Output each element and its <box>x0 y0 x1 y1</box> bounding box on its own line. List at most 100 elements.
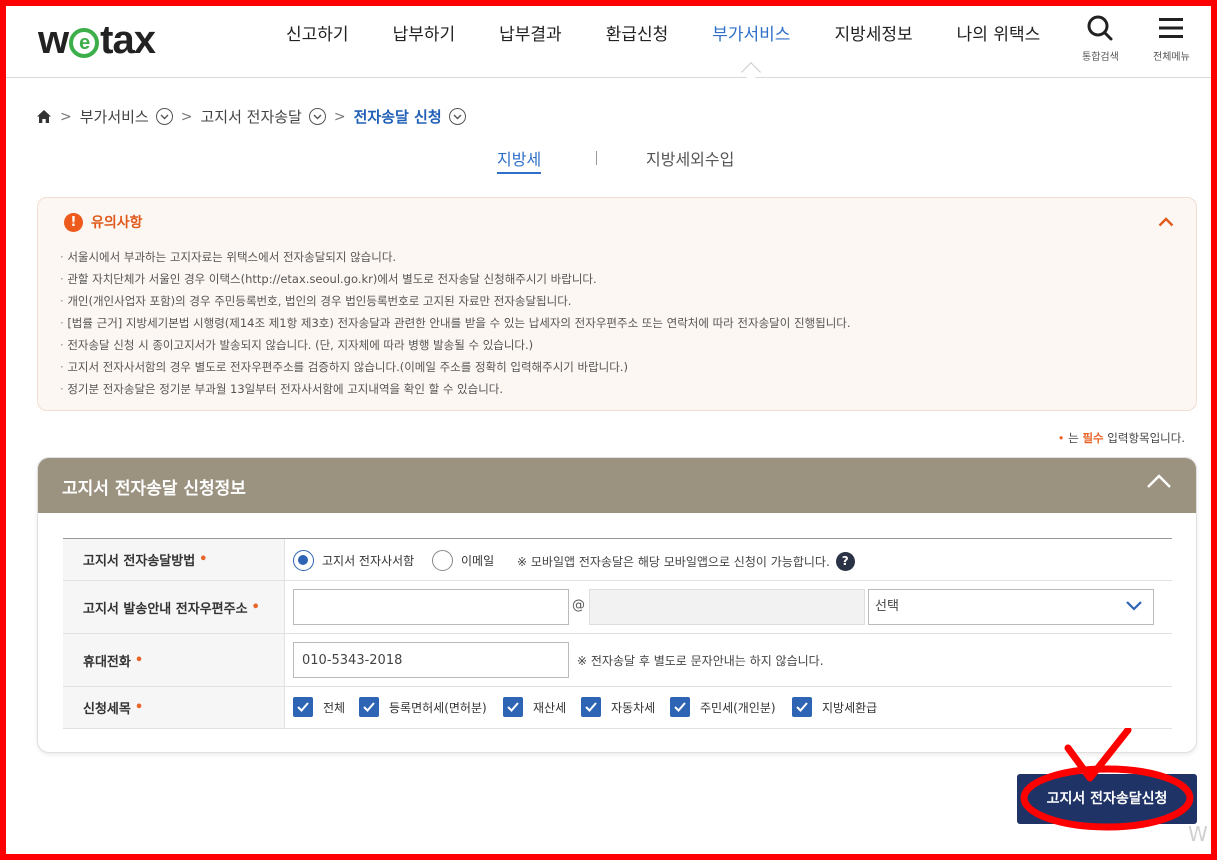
tab-non-tax-revenue[interactable]: 지방세외수입 <box>646 146 734 170</box>
notice-box: ! 유의사항 서울시에서 부과하는 고지자료는 위택스에서 전자송달되지 않습니… <box>37 197 1197 411</box>
nav-item-pay[interactable]: 납부하기 <box>371 6 478 66</box>
nav-item-file[interactable]: 신고하기 <box>264 6 371 66</box>
form-row-tax-items: 신청세목 • 전체 등록면허세(면허분) 재산세 자동차세 주민세(개인분) 지방… <box>63 687 1172 729</box>
required-dot: • <box>251 599 260 615</box>
check-icon <box>792 697 812 717</box>
radio-email[interactable]: 이메일 <box>432 550 494 571</box>
required-note-prefix: 는 <box>1068 431 1079 445</box>
notice-item: 전자송달 신청 시 종이고지서가 발송되지 않습니다. (단, 지자체에 따라 … <box>60 334 851 356</box>
panel-header: 고지서 전자송달 신청정보 <box>38 458 1196 513</box>
mobile-phone-input[interactable] <box>293 642 569 678</box>
email-cell: @ 선택 <box>285 581 1172 633</box>
email-label-text: 고지서 발송안내 전자우편주소 <box>83 601 248 617</box>
form-row-phone: 휴대전화• ※ 전자송달 후 별도로 문자안내는 하지 않습니다. <box>63 634 1172 687</box>
phone-label-text: 휴대전화 <box>83 654 131 670</box>
phone-hint: ※ 전자송달 후 별도로 문자안내는 하지 않습니다. <box>577 654 824 668</box>
required-dot: • <box>1057 431 1065 445</box>
checkbox-all[interactable]: 전체 <box>293 697 345 717</box>
warning-icon: ! <box>64 212 83 232</box>
notice-item: 개인(개인사업자 포함)의 경우 주민등록번호, 법인의 경우 법인등록번호로 … <box>60 290 851 312</box>
required-note-suffix: 입력항목입니다. <box>1107 431 1185 445</box>
chevron-down-circle-icon[interactable] <box>155 108 173 125</box>
nav-item-refund[interactable]: 환급신청 <box>584 6 691 66</box>
checkbox-registration-license-tax[interactable]: 등록면허세(면허분) <box>359 697 487 717</box>
nav-item-extra-services-label: 부가서비스 <box>712 25 791 45</box>
tax-items-label: 신청세목 • <box>63 687 285 728</box>
required-fields-note: • 는 필수 입력항목입니다. <box>1058 430 1185 446</box>
checkbox-vehicle-tax[interactable]: 자동차세 <box>581 697 655 717</box>
nav-item-my-wetax[interactable]: 나의 위택스 <box>935 6 1063 66</box>
email-domain-select[interactable]: 선택 <box>868 589 1154 625</box>
delivery-method-label: 고지서 전자송달방법 • <box>63 539 285 580</box>
form-row-delivery-method: 고지서 전자송달방법 • 고지서 전자사서함 이메일 ※ 모바일앱 전자송달은 해… <box>63 539 1172 581</box>
required-dot: • <box>134 700 144 715</box>
breadcrumb: > 부가서비스 > 고지서 전자송달 > 전자송달 신청 <box>36 106 466 127</box>
nav-item-extra-services[interactable]: 부가서비스 <box>690 6 812 82</box>
checkbox-property-tax[interactable]: 재산세 <box>503 697 566 717</box>
checkbox-resident-tax-label: 주민세(개인분) <box>700 700 776 715</box>
logo-e-circle: e <box>69 27 100 58</box>
radio-email-label: 이메일 <box>461 554 495 568</box>
delivery-method-cell: 고지서 전자사서함 이메일 ※ 모바일앱 전자송달은 해당 모바일앱으로 신청이… <box>285 539 1172 580</box>
checkbox-all-label: 전체 <box>323 700 346 715</box>
panel-collapse-toggle[interactable] <box>1146 473 1172 493</box>
notice-title: ! 유의사항 <box>64 212 143 232</box>
main-nav: 신고하기 납부하기 납부결과 환급신청 부가서비스 지방세정보 나의 위택스 <box>264 6 1063 82</box>
breadcrumb-level1[interactable]: 부가서비스 <box>80 106 149 127</box>
check-icon <box>293 697 313 717</box>
phone-cell: ※ 전자송달 후 별도로 문자안내는 하지 않습니다. <box>285 634 1172 686</box>
checkbox-local-tax-refund-label: 지방세환급 <box>822 700 878 715</box>
mobile-app-hint-text: ※ 모바일앱 전자송달은 해당 모바일앱으로 신청이 가능합니다. <box>517 555 830 569</box>
notice-item: 정기분 전자송달은 정기분 부과월 13일부터 전자사서함에 고지내역을 확인 … <box>60 378 851 400</box>
tab-local-tax[interactable]: 지방세 <box>497 146 542 174</box>
logo-text-w: w <box>38 18 69 62</box>
tab-divider <box>596 151 597 165</box>
chevron-down-circle-icon[interactable] <box>448 108 466 125</box>
email-domain-input[interactable] <box>589 589 865 625</box>
check-icon <box>503 697 523 717</box>
notice-list: 서울시에서 부과하는 고지자료는 위택스에서 전자송달되지 않습니다. 관할 자… <box>60 246 851 400</box>
help-question-icon[interactable]: ? <box>835 552 855 571</box>
breadcrumb-separator-icon: > <box>333 108 346 125</box>
chevron-down-circle-icon[interactable] <box>308 108 326 125</box>
delivery-method-label-text: 고지서 전자송달방법 <box>83 554 196 569</box>
all-menu-label: 전체메뉴 <box>1153 52 1190 63</box>
checkbox-property-tax-label: 재산세 <box>533 700 567 715</box>
watermark: W <box>1188 822 1208 846</box>
phone-label: 휴대전화 • <box>63 634 285 686</box>
tax-type-tabs: 지방세 지방세외수입 <box>0 146 1217 176</box>
email-label: 고지서 발송안내 전자우편주소 • <box>63 581 285 633</box>
notice-item: 관할 자치단체가 서울인 경우 이택스(http://etax.seoul.go… <box>60 268 851 290</box>
tax-items-cell: 전체 등록면허세(면허분) 재산세 자동차세 주민세(개인분) 지방세환급 <box>285 687 1172 728</box>
home-icon[interactable] <box>36 109 52 124</box>
form-table: 고지서 전자송달방법 • 고지서 전자사서함 이메일 ※ 모바일앱 전자송달은 해… <box>63 538 1172 729</box>
mobile-app-hint: ※ 모바일앱 전자송달은 해당 모바일앱으로 신청이 가능합니다.? <box>517 552 855 571</box>
all-menu-tool[interactable]: 전체메뉴 <box>1153 14 1190 63</box>
nav-item-local-tax-info[interactable]: 지방세정보 <box>812 6 934 66</box>
radio-circle <box>432 550 453 571</box>
logo-text-tax: tax <box>100 18 156 62</box>
radio-inbox[interactable]: 고지서 전자사서함 <box>293 550 414 571</box>
breadcrumb-separator-icon: > <box>60 108 72 125</box>
required-note-bold: 필수 <box>1082 431 1104 445</box>
breadcrumb-separator-icon: > <box>180 108 193 125</box>
site-header: w e tax 신고하기 납부하기 납부결과 환급신청 부가서비스 지방세정보 나의… <box>6 6 1211 82</box>
breadcrumb-level2[interactable]: 고지서 전자송달 <box>200 106 301 127</box>
notice-item: [법률 근거] 지방세기본법 시행령(제14조 제1항 제3호) 전자송달과 관… <box>60 312 850 334</box>
wetax-logo[interactable]: w e tax <box>38 18 156 63</box>
submit-e-delivery-button[interactable]: 고지서 전자송달신청 <box>1017 774 1197 824</box>
required-dot: • <box>134 652 144 668</box>
notice-collapse-toggle[interactable] <box>1158 212 1174 231</box>
email-domain-select-value: 선택 <box>875 599 899 614</box>
chevron-up-icon <box>1147 474 1171 488</box>
checkbox-local-tax-refund[interactable]: 지방세환급 <box>792 697 877 717</box>
email-local-input[interactable] <box>293 589 569 625</box>
panel-title: 고지서 전자송달 신청정보 <box>62 479 246 499</box>
email-at-sign: @ <box>572 598 585 613</box>
search-label: 통합검색 <box>1082 52 1119 63</box>
checkbox-registration-license-tax-label: 등록면허세(면허분) <box>389 700 487 715</box>
nav-item-pay-result[interactable]: 납부결과 <box>477 6 584 66</box>
active-nav-caret <box>741 62 762 82</box>
search-tool[interactable]: 통합검색 <box>1082 14 1119 63</box>
checkbox-resident-tax[interactable]: 주민세(개인분) <box>670 697 776 717</box>
